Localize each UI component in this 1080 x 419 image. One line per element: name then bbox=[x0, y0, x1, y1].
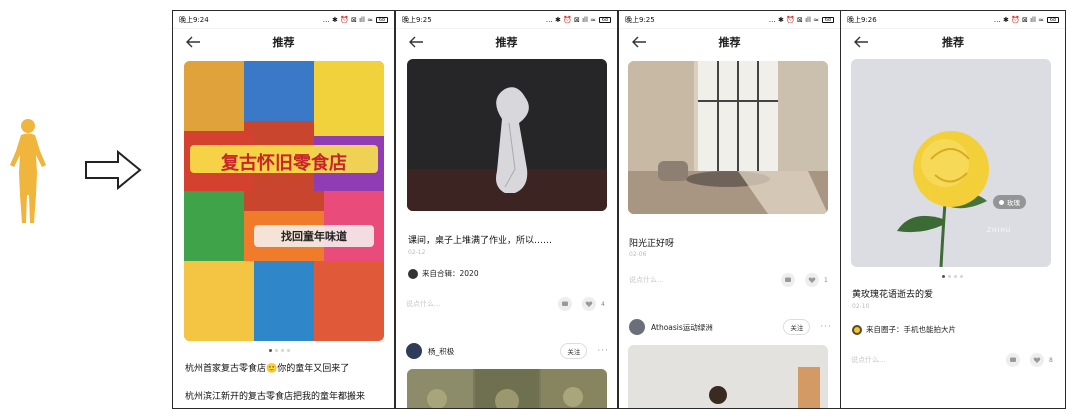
status-icons: … ✱ ⏰ ⊠ ıll ≈ bbox=[545, 15, 596, 24]
back-arrow-icon[interactable] bbox=[631, 35, 647, 49]
like-button[interactable] bbox=[805, 273, 819, 287]
nav-bar: 推荐 bbox=[396, 29, 617, 55]
follow-button[interactable]: 关注 bbox=[783, 319, 811, 335]
post-image[interactable] bbox=[628, 61, 828, 214]
nav-bar: 推荐 bbox=[619, 29, 840, 55]
next-post-image[interactable] bbox=[407, 369, 607, 408]
post-date: 02-10 bbox=[852, 303, 870, 310]
status-bar: 晚上9:26 … ✱ ⏰ ⊠ ıll ≈ 68 bbox=[841, 11, 1065, 29]
comment-input[interactable]: 说点什么... bbox=[629, 275, 771, 285]
post-image[interactable]: 玫瑰 ZHIHU bbox=[851, 59, 1051, 267]
comment-input[interactable]: 说点什么... bbox=[406, 299, 548, 309]
user-row: Athoasis运动绿洲 关注 ··· bbox=[629, 317, 832, 337]
phone-screen-3: 晚上9:25 … ✱ ⏰ ⊠ ıll ≈ 68 推荐 阳光正好呀 02-06 说… bbox=[618, 10, 841, 409]
source-collection[interactable]: 来自合辑：2020 bbox=[408, 268, 479, 279]
status-icons: … ✱ ⏰ ⊠ ıll ≈ bbox=[993, 15, 1044, 24]
tag-label: 玫瑰 bbox=[1007, 199, 1020, 207]
source-label: 来自合辑：2020 bbox=[422, 269, 479, 278]
heart-icon bbox=[585, 301, 593, 307]
like-count: 1 bbox=[824, 276, 828, 284]
back-arrow-icon[interactable] bbox=[408, 35, 424, 49]
post-body: 杭州滨江新开的复古零食店把我的童年都搬来 bbox=[185, 392, 366, 402]
post-image[interactable] bbox=[407, 59, 607, 211]
page-title: 推荐 bbox=[272, 36, 295, 49]
status-icons: … ✱ ⏰ ⊠ ıll ≈ bbox=[768, 15, 819, 24]
back-arrow-icon[interactable] bbox=[853, 35, 869, 49]
tag-dot-icon bbox=[999, 199, 1004, 205]
battery-icon: 68 bbox=[376, 16, 388, 23]
phone-screen-4: 晚上9:26 … ✱ ⏰ ⊠ ıll ≈ 68 推荐 玫瑰 ZHIHU 黄玫瑰花… bbox=[840, 10, 1066, 409]
next-post-image[interactable] bbox=[628, 345, 828, 408]
username[interactable]: 杨_积极 bbox=[428, 346, 560, 357]
image-caption-sub: 找回童年味道 bbox=[281, 230, 347, 243]
status-time: 晚上9:26 bbox=[847, 15, 877, 24]
nav-bar: 推荐 bbox=[841, 29, 1065, 55]
battery-icon: 68 bbox=[599, 16, 611, 23]
comment-bar: 说点什么... 8 bbox=[851, 351, 1055, 369]
collection-icon bbox=[408, 268, 418, 279]
battery-icon: 68 bbox=[822, 16, 834, 23]
phone-screen-1: 晚上9:24 … ✱ ⏰ ⊠ ıll ≈ 68 推荐 复古怀旧零食店 找回童年味… bbox=[172, 10, 395, 409]
watermark: ZHIHU bbox=[987, 227, 1012, 234]
status-icons: … ✱ ⏰ ⊠ ıll ≈ bbox=[322, 15, 373, 24]
comment-icon bbox=[785, 277, 791, 282]
post-date: 02-06 bbox=[629, 251, 647, 258]
status-bar: 晚上9:24 … ✱ ⏰ ⊠ ıll ≈ 68 bbox=[173, 11, 394, 29]
source-circle[interactable]: 来自圈子：手机也能拍大片 bbox=[852, 324, 956, 335]
page-title: 推荐 bbox=[718, 36, 741, 49]
post-title: 黄玫瑰花语逝去的爱 bbox=[852, 290, 934, 300]
status-time: 晚上9:24 bbox=[179, 15, 209, 24]
more-icon[interactable]: ··· bbox=[820, 322, 832, 332]
more-icon[interactable]: ··· bbox=[597, 346, 609, 356]
image-caption-main: 复古怀旧零食店 bbox=[221, 153, 347, 174]
post-date: 02-12 bbox=[408, 249, 426, 256]
carousel-dots bbox=[942, 275, 963, 278]
comment-input[interactable]: 说点什么... bbox=[851, 355, 996, 365]
back-arrow-icon[interactable] bbox=[185, 35, 201, 49]
phone-screen-2: 晚上9:25 … ✱ ⏰ ⊠ ıll ≈ 68 推荐 课间，桌子上堆满了作业，所… bbox=[395, 10, 618, 409]
page-title: 推荐 bbox=[495, 36, 518, 49]
comment-bar: 说点什么... 1 bbox=[629, 271, 830, 289]
like-button[interactable] bbox=[1030, 353, 1044, 367]
like-button[interactable] bbox=[582, 297, 596, 311]
person-silhouette-icon bbox=[10, 119, 46, 223]
like-count: 4 bbox=[601, 300, 605, 308]
battery-icon: 68 bbox=[1047, 16, 1059, 23]
status-bar: 晚上9:25 … ✱ ⏰ ⊠ ıll ≈ 68 bbox=[396, 11, 617, 29]
user-row: 杨_积极 关注 ··· bbox=[406, 341, 609, 361]
image-tag[interactable]: 玫瑰 bbox=[993, 195, 1026, 209]
comment-button[interactable] bbox=[1006, 353, 1020, 367]
status-time: 晚上9:25 bbox=[625, 15, 655, 24]
page-title: 推荐 bbox=[942, 36, 964, 49]
comment-button[interactable] bbox=[558, 297, 572, 311]
comment-button[interactable] bbox=[781, 273, 795, 287]
nav-bar: 推荐 bbox=[173, 29, 394, 55]
comment-icon bbox=[1010, 357, 1016, 362]
post-image[interactable]: 复古怀旧零食店 找回童年味道 bbox=[184, 61, 384, 341]
post-title: 杭州首家复古零食店🙂你的童年又回来了 bbox=[185, 364, 350, 374]
heart-icon bbox=[808, 277, 816, 283]
heart-icon bbox=[1033, 357, 1041, 363]
comment-bar: 说点什么... 4 bbox=[406, 295, 607, 313]
avatar[interactable] bbox=[629, 319, 645, 335]
post-title: 阳光正好呀 bbox=[629, 239, 675, 249]
follow-button[interactable]: 关注 bbox=[560, 343, 588, 359]
right-arrow-icon bbox=[85, 150, 142, 190]
username[interactable]: Athoasis运动绿洲 bbox=[651, 322, 783, 333]
carousel-dots bbox=[269, 349, 290, 352]
avatar[interactable] bbox=[406, 343, 422, 359]
status-bar: 晚上9:25 … ✱ ⏰ ⊠ ıll ≈ 68 bbox=[619, 11, 840, 29]
like-count: 8 bbox=[1049, 356, 1053, 364]
comment-icon bbox=[562, 301, 568, 306]
source-label: 来自圈子：手机也能拍大片 bbox=[866, 325, 956, 334]
status-time: 晚上9:25 bbox=[402, 15, 432, 24]
circle-icon bbox=[852, 324, 862, 335]
post-title: 课间，桌子上堆满了作业，所以…… bbox=[408, 236, 553, 246]
